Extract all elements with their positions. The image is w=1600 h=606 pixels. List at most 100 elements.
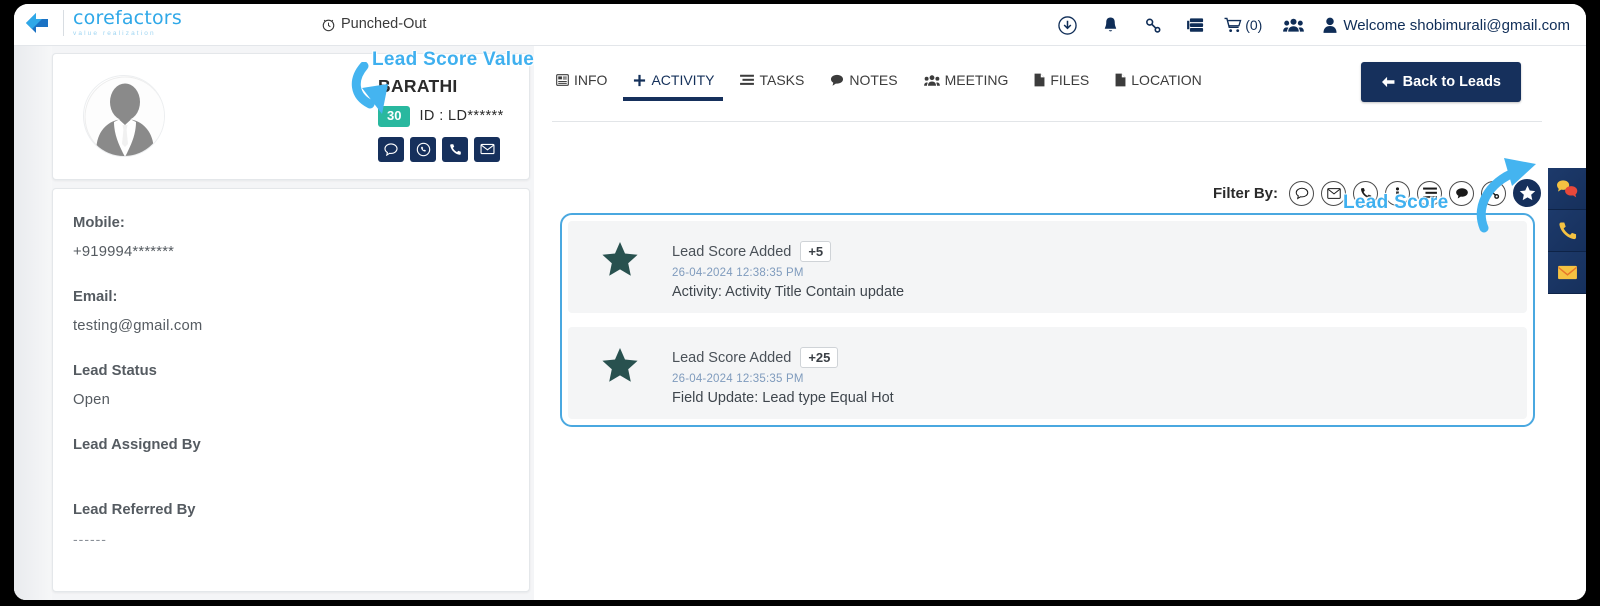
lead-profile-card: BARATHI 30 ID : LD****** <box>52 53 530 180</box>
top-header-bar: corefactors value realization Punched-Ou… <box>14 4 1586 46</box>
punch-status-label: Punched-Out <box>341 16 427 32</box>
tab-label-meeting: MEETING <box>944 72 1009 88</box>
activity-description: Activity: Activity Title Contain update <box>672 284 905 300</box>
tab-files[interactable]: FILES <box>1030 68 1111 101</box>
plus-icon <box>634 74 646 86</box>
lead-score-filter-icon[interactable] <box>1513 179 1541 207</box>
field-value-email: testing@gmail.com <box>73 318 203 334</box>
cart-count: (0) <box>1245 17 1263 33</box>
lead-detail-panel: INFO ACTIVITY TASKS NOTES MEETING FILES … <box>534 46 1586 600</box>
file-icon <box>1034 73 1045 87</box>
tab-label-info: INFO <box>574 72 608 88</box>
lead-name: BARATHI <box>378 76 458 96</box>
activity-points: +25 <box>800 347 839 368</box>
activity-list: Lead Score Added +5 26-04-2024 12:38:35 … <box>560 213 1535 427</box>
tab-underline <box>552 121 1542 122</box>
tab-label-activity: ACTIVITY <box>651 72 715 88</box>
email-icon[interactable] <box>474 136 500 162</box>
lead-score-badge: 30 <box>378 106 411 127</box>
activity-points: +5 <box>800 241 832 262</box>
download-icon[interactable] <box>1046 4 1089 46</box>
tab-bar: INFO ACTIVITY TASKS NOTES MEETING FILES … <box>552 68 1224 101</box>
chat-filter-icon[interactable] <box>1289 180 1314 206</box>
user-menu[interactable]: Welcome shobimurali@gmail.com <box>1315 17 1570 34</box>
header-actions: (0) Welcome shobimurali@gmail.com <box>1046 4 1570 46</box>
activity-description: Field Update: Lead type Equal Hot <box>672 390 894 406</box>
sms-icon[interactable] <box>378 136 404 162</box>
back-to-leads-label: Back to Leads <box>1402 74 1501 90</box>
location-icon <box>1115 73 1126 87</box>
tab-meeting[interactable]: MEETING <box>920 68 1031 101</box>
field-value-lead-status: Open <box>73 392 110 408</box>
whatsapp-icon[interactable] <box>410 136 436 162</box>
field-label-lead-status: Lead Status <box>73 363 157 379</box>
avatar <box>83 75 165 157</box>
field-label-email: Email: <box>73 289 118 305</box>
app-page: corefactors value realization Punched-Ou… <box>14 4 1586 600</box>
floating-action-bar <box>1548 168 1586 294</box>
activity-item[interactable]: Lead Score Added +25 26-04-2024 12:35:35… <box>568 327 1527 419</box>
annotation-lead-score-value: Lead Score Value <box>372 49 535 70</box>
back-to-leads-button[interactable]: Back to Leads <box>1360 62 1521 102</box>
annotation-lead-score: Lead Score <box>1343 192 1449 213</box>
activity-timestamp: 26-04-2024 12:38:35 PM <box>672 267 804 279</box>
filter-label: Filter By: <box>1212 184 1278 202</box>
call-icon[interactable] <box>442 136 468 162</box>
lead-identity: BARATHI 30 ID : LD****** <box>378 76 504 162</box>
activity-title: Lead Score Added <box>672 349 792 366</box>
stopwatch-icon <box>322 19 335 31</box>
bell-icon[interactable] <box>1089 4 1132 46</box>
tab-info[interactable]: INFO <box>552 68 629 101</box>
left-rail <box>14 46 52 600</box>
tab-notes[interactable]: NOTES <box>826 68 919 101</box>
cart-button[interactable]: (0) <box>1218 17 1272 33</box>
tasks-icon <box>740 74 755 85</box>
envelope-icon <box>1557 265 1577 280</box>
tab-tasks[interactable]: TASKS <box>736 68 826 101</box>
brand-logo[interactable]: corefactors value realization <box>24 9 182 38</box>
lead-id: ID : LD****** <box>419 108 504 125</box>
tab-label-notes: NOTES <box>849 72 898 88</box>
page-body: BARATHI 30 ID : LD****** Mobile: +919994… <box>14 46 1586 600</box>
logo-divider <box>63 10 64 37</box>
call-float-button[interactable] <box>1548 210 1586 252</box>
server-icon[interactable] <box>1175 4 1218 46</box>
lead-details-card: Mobile: +919994******* Email: testing@gm… <box>52 188 530 592</box>
user-icon <box>1323 17 1337 33</box>
chat-bubbles-icon <box>1557 180 1578 198</box>
lead-quick-actions <box>378 136 504 162</box>
field-label-lead-referred-by: Lead Referred By <box>73 502 196 518</box>
field-label-lead-assigned-by: Lead Assigned By <box>73 437 201 453</box>
activity-timestamp: 26-04-2024 12:35:35 PM <box>672 373 804 385</box>
note-filter-icon[interactable] <box>1449 180 1474 206</box>
users-icon[interactable] <box>1272 4 1315 46</box>
avatar-placeholder-icon <box>84 76 164 156</box>
arrow-left-icon <box>1381 76 1395 88</box>
activity-item[interactable]: Lead Score Added +5 26-04-2024 12:38:35 … <box>568 221 1527 313</box>
phone-icon <box>1558 222 1576 240</box>
brand-tagline: value realization <box>73 30 156 37</box>
notes-icon <box>831 74 844 86</box>
corefactors-mark-icon <box>26 13 48 34</box>
field-value-lead-referred-by: ------ <box>73 531 107 547</box>
chat-float-button[interactable] <box>1548 168 1586 210</box>
activity-title: Lead Score Added <box>672 243 792 260</box>
link-icon[interactable] <box>1132 4 1175 46</box>
link-filter-icon[interactable] <box>1481 180 1506 206</box>
field-value-mobile: +919994******* <box>73 244 175 260</box>
tab-location[interactable]: LOCATION <box>1111 68 1224 101</box>
tab-activity[interactable]: ACTIVITY <box>623 68 736 101</box>
punch-status[interactable]: Punched-Out <box>321 16 426 32</box>
tab-label-tasks: TASKS <box>759 72 805 88</box>
meeting-icon <box>923 74 940 86</box>
tab-label-location: LOCATION <box>1131 72 1202 88</box>
screen-frame: corefactors value realization Punched-Ou… <box>0 0 1600 606</box>
welcome-label: Welcome shobimurali@gmail.com <box>1343 16 1570 34</box>
star-icon <box>568 345 672 383</box>
activity-gap <box>568 313 1527 327</box>
email-float-button[interactable] <box>1548 252 1586 294</box>
brand-name: corefactors <box>73 7 182 29</box>
tab-label-files: FILES <box>1050 72 1090 88</box>
star-icon <box>568 239 672 277</box>
info-grid-icon <box>556 74 569 86</box>
